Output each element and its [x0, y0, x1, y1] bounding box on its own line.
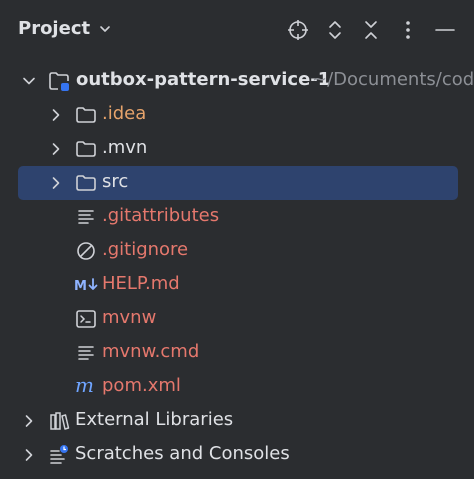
ignore-file-icon [77, 242, 95, 260]
tree-item-label: src [102, 171, 129, 192]
tree-row-external-libraries[interactable]: External Libraries [0, 404, 474, 438]
tree-row-help-md[interactable]: M HELP.md [0, 268, 474, 302]
chevron-right-icon[interactable] [49, 176, 63, 190]
tree-item-label: .gitignore [102, 239, 189, 260]
tree-row-root[interactable]: outbox-pattern-service-1 ~/Documents/cod… [0, 64, 474, 98]
locate-icon[interactable] [287, 19, 309, 41]
chevron-right-icon[interactable] [49, 142, 63, 156]
folder-icon [76, 141, 96, 157]
tree-item-label: Scratches and Consoles [75, 443, 290, 464]
tool-window-title: Project [18, 18, 91, 39]
tree-item-label: pom.xml [102, 375, 181, 396]
tree-row-mvnw[interactable]: mvnw [0, 302, 474, 336]
tree-row-src[interactable]: src [0, 166, 474, 200]
tree-row-idea[interactable]: .idea [0, 98, 474, 132]
tree-item-label: mvnw [102, 307, 157, 328]
library-icon [50, 412, 70, 430]
svg-text:m: m [75, 375, 94, 397]
folder-icon [76, 107, 96, 123]
project-view-selector[interactable]: Project [18, 18, 112, 39]
chevron-down-icon [100, 25, 110, 32]
scratches-icon [50, 445, 68, 464]
terminal-icon [76, 310, 96, 328]
tree-row-mvnw-cmd[interactable]: mvnw.cmd [0, 336, 474, 370]
chevron-right-icon[interactable] [22, 448, 36, 462]
root-label: outbox-pattern-service-1 [76, 69, 331, 90]
tree-row-gitignore[interactable]: .gitignore [0, 234, 474, 268]
minimize-icon[interactable] [434, 19, 456, 41]
text-file-icon [78, 346, 94, 360]
folder-icon [76, 175, 96, 191]
tree-row-scratches[interactable]: Scratches and Consoles [0, 438, 474, 472]
more-options-icon[interactable] [397, 19, 419, 41]
text-file-icon [78, 210, 94, 224]
tree-row-mvn[interactable]: .mvn [0, 132, 474, 166]
markdown-icon: M [74, 278, 98, 294]
tree-item-label: HELP.md [102, 273, 180, 294]
tree-item-label: .mvn [102, 137, 148, 158]
root-path: ~/Documents/code [312, 69, 474, 90]
tree-row-gitattributes[interactable]: .gitattributes [0, 200, 474, 234]
tree-item-label: mvnw.cmd [102, 341, 200, 362]
chevron-right-icon[interactable] [49, 108, 63, 122]
module-folder-icon [49, 72, 69, 91]
tree-item-label: External Libraries [75, 409, 234, 430]
svg-text:M: M [74, 279, 87, 294]
tree-item-label: .idea [102, 103, 147, 124]
tree-item-label: .gitattributes [102, 205, 220, 226]
tool-window-header: Project [0, 0, 474, 62]
chevron-right-icon[interactable] [22, 414, 36, 428]
chevron-down-icon[interactable] [22, 74, 36, 88]
maven-icon: m [75, 375, 94, 397]
expand-all-icon[interactable] [324, 19, 346, 41]
tree-row-pom-xml[interactable]: m pom.xml [0, 370, 474, 404]
collapse-all-icon[interactable] [360, 19, 382, 41]
